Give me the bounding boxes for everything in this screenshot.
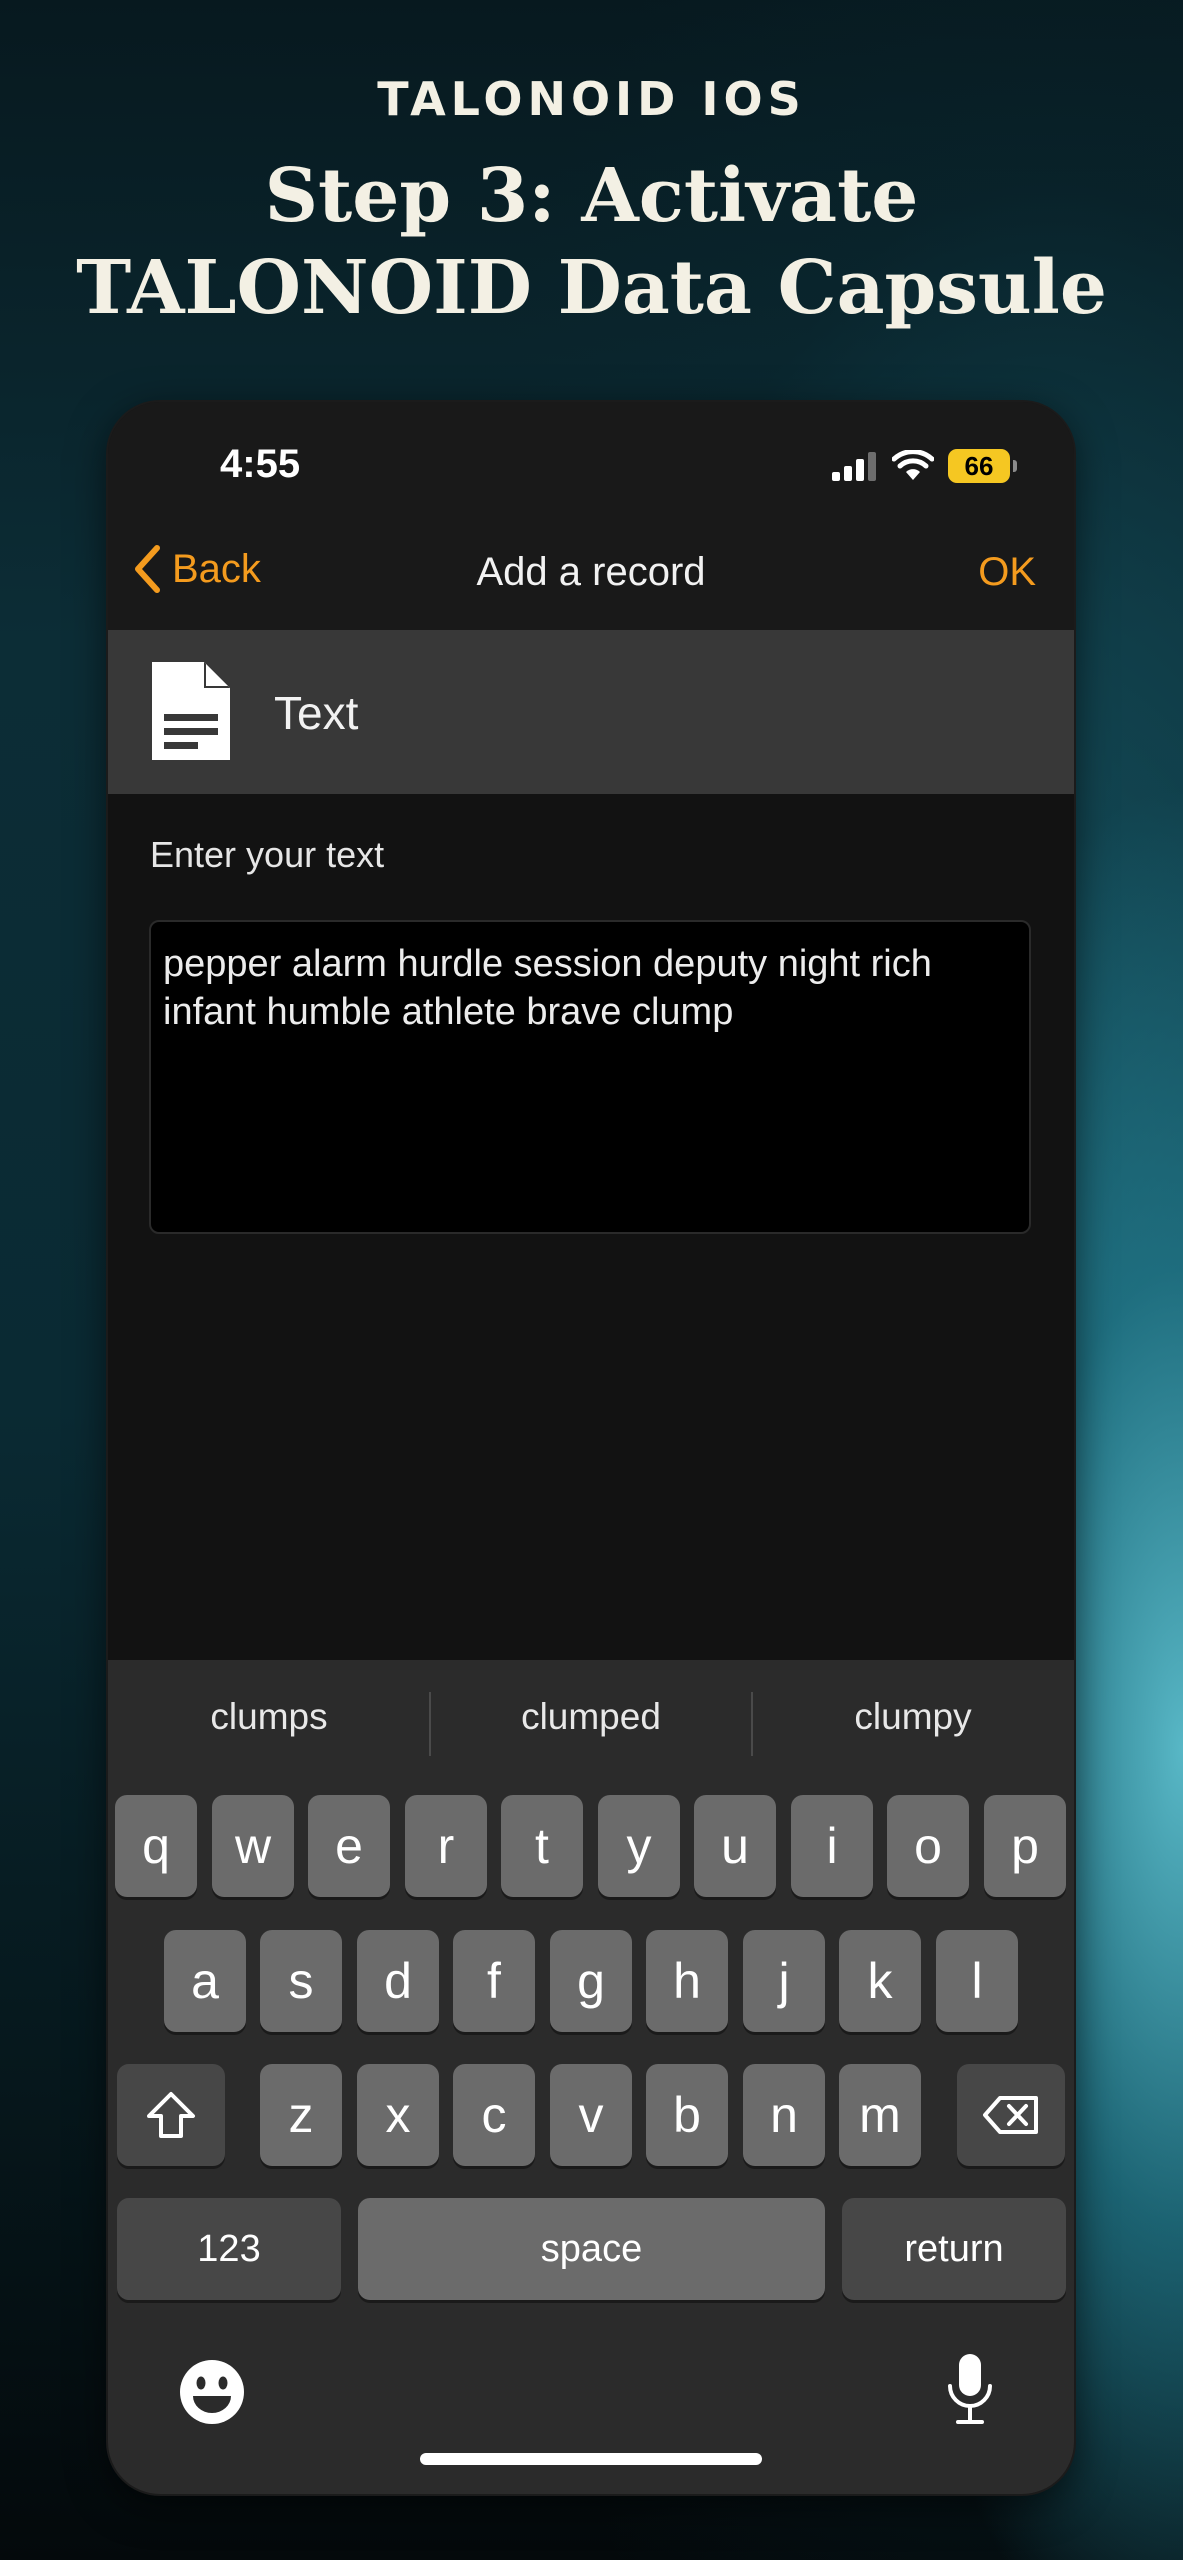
- key-b[interactable]: b: [646, 2064, 728, 2166]
- home-indicator[interactable]: [420, 2453, 762, 2465]
- key-p[interactable]: p: [984, 1795, 1066, 1897]
- key-g[interactable]: g: [550, 1930, 632, 2032]
- key-i[interactable]: i: [791, 1795, 873, 1897]
- title-line-2: TALONOID Data Capsule: [76, 245, 1107, 331]
- suggestion-1[interactable]: clumps: [108, 1696, 430, 1738]
- backspace-icon: [983, 2096, 1038, 2134]
- key-s[interactable]: s: [260, 1930, 342, 2032]
- record-type-row[interactable]: Text: [108, 630, 1074, 794]
- key-e[interactable]: e: [308, 1795, 390, 1897]
- space-key[interactable]: space: [358, 2198, 825, 2300]
- battery-icon: 66: [948, 449, 1017, 483]
- cellular-signal-icon: [832, 452, 876, 481]
- shift-key[interactable]: [117, 2064, 225, 2166]
- key-l[interactable]: l: [936, 1930, 1018, 2032]
- key-y[interactable]: y: [598, 1795, 680, 1897]
- record-type-label: Text: [274, 687, 359, 739]
- text-prompt-label: Enter your text: [150, 834, 385, 875]
- chevron-left-icon: [135, 545, 160, 593]
- navigation-bar: Back Add a record OK: [108, 512, 1074, 630]
- microphone-icon[interactable]: [942, 2352, 998, 2428]
- emoji-icon[interactable]: [178, 2358, 246, 2426]
- suggestion-3[interactable]: clumpy: [752, 1696, 1074, 1738]
- numbers-key[interactable]: 123: [117, 2198, 341, 2300]
- keyboard: clumps clumped clumpy q w e r t y u i o …: [108, 1660, 1074, 2494]
- key-x[interactable]: x: [357, 2064, 439, 2166]
- suggestion-bar: clumps clumped clumpy: [108, 1660, 1074, 1788]
- page-title: Step 3: Activate TALONOID Data Capsule: [0, 150, 1183, 334]
- key-f[interactable]: f: [453, 1930, 535, 2032]
- key-m[interactable]: m: [839, 2064, 921, 2166]
- key-v[interactable]: v: [550, 2064, 632, 2166]
- key-q[interactable]: q: [115, 1795, 197, 1897]
- document-icon: [152, 662, 230, 760]
- key-o[interactable]: o: [887, 1795, 969, 1897]
- key-r[interactable]: r: [405, 1795, 487, 1897]
- key-a[interactable]: a: [164, 1930, 246, 2032]
- key-t[interactable]: t: [501, 1795, 583, 1897]
- key-n[interactable]: n: [743, 2064, 825, 2166]
- text-input[interactable]: pepper alarm hurdle session deputy night…: [149, 920, 1031, 1234]
- shift-icon: [147, 2092, 195, 2138]
- key-k[interactable]: k: [839, 1930, 921, 2032]
- return-key[interactable]: return: [842, 2198, 1066, 2300]
- key-u[interactable]: u: [694, 1795, 776, 1897]
- delete-key[interactable]: [957, 2064, 1065, 2166]
- title-line-1: Step 3: Activate: [264, 153, 919, 239]
- phone-screen: 4:55 66 Back Add a record OK Text Enter …: [108, 402, 1074, 2494]
- key-c[interactable]: c: [453, 2064, 535, 2166]
- key-j[interactable]: j: [743, 1930, 825, 2032]
- wifi-icon: [892, 450, 934, 480]
- key-h[interactable]: h: [646, 1930, 728, 2032]
- ok-button[interactable]: OK: [978, 550, 1036, 595]
- key-d[interactable]: d: [357, 1930, 439, 2032]
- back-button[interactable]: Back: [132, 544, 261, 594]
- key-z[interactable]: z: [260, 2064, 342, 2166]
- suggestion-2[interactable]: clumped: [430, 1696, 752, 1738]
- header-kicker: TALONOID IOS: [377, 72, 806, 126]
- back-label: Back: [172, 546, 261, 591]
- status-icons: 66: [832, 446, 1017, 486]
- key-w[interactable]: w: [212, 1795, 294, 1897]
- battery-level: 66: [964, 450, 994, 481]
- status-bar: 4:55 66: [108, 402, 1074, 512]
- status-time: 4:55: [220, 442, 301, 486]
